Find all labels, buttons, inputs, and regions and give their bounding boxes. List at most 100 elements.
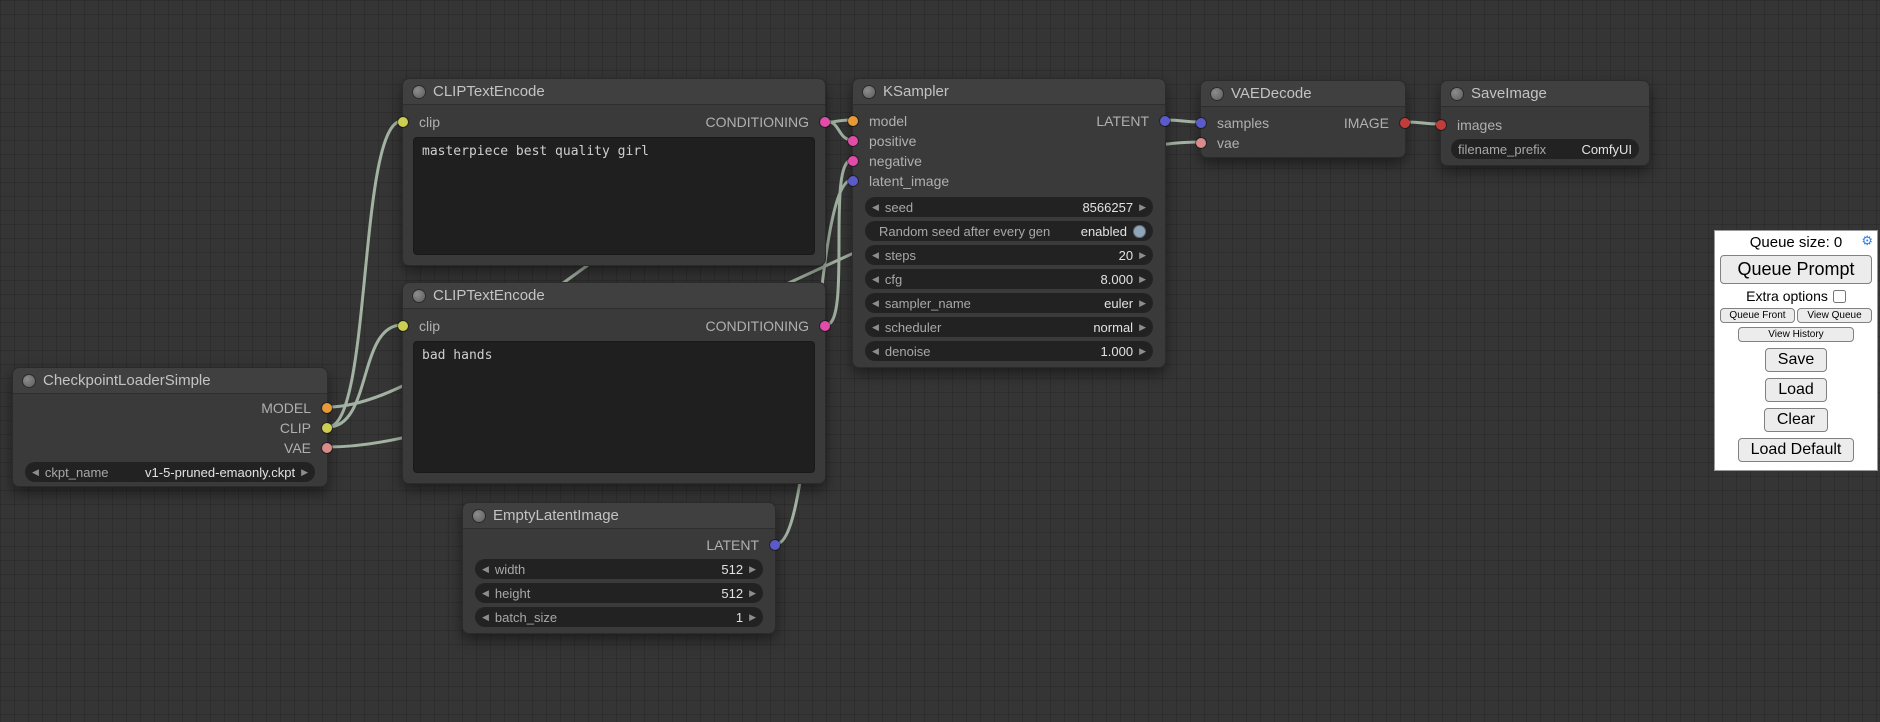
node-title-bar[interactable]: CheckpointLoaderSimple [13,368,327,394]
wire-clip-to-positive-encode [328,121,402,427]
widget-value: 8.000 [1101,272,1134,287]
output-dot-conditioning[interactable] [820,117,830,127]
clear-button[interactable]: Clear [1764,408,1828,432]
queue-prompt-button[interactable]: Queue Prompt [1720,255,1872,284]
node-empty-latent-image[interactable]: EmptyLatentImage LATENT ◀ width 512 ▶ ◀ … [462,502,776,634]
arrow-left-icon[interactable]: ◀ [872,269,879,289]
negative-prompt-textarea[interactable]: bad hands [413,341,815,473]
settings-gear-icon[interactable]: ⚙ [1861,233,1873,249]
collapse-icon[interactable] [473,510,485,522]
widget-height[interactable]: ◀ height 512 ▶ [475,583,763,603]
node-ksampler[interactable]: KSampler model LATENT positive [852,78,1166,368]
widget-random-seed-toggle[interactable]: Random seed after every gen enabled [865,221,1153,241]
arrow-left-icon[interactable]: ◀ [482,583,489,603]
widget-sampler-name[interactable]: ◀ sampler_name euler ▶ [865,293,1153,313]
arrow-left-icon[interactable]: ◀ [872,245,879,265]
input-dot-positive[interactable] [848,136,858,146]
collapse-icon[interactable] [1211,88,1223,100]
output-dot-latent[interactable] [1160,116,1170,126]
arrow-right-icon[interactable]: ▶ [749,559,756,579]
node-checkpoint-loader[interactable]: CheckpointLoaderSimple MODEL CLIP VAE [12,367,328,487]
collapse-icon[interactable] [23,375,35,387]
node-title-bar[interactable]: EmptyLatentImage [463,503,775,529]
node-title-bar[interactable]: SaveImage [1441,81,1649,107]
collapse-icon[interactable] [1451,88,1463,100]
output-dot-latent[interactable] [770,540,780,550]
node-title: SaveImage [1471,85,1547,102]
widget-label: filename_prefix [1458,142,1546,157]
load-button[interactable]: Load [1765,378,1827,402]
widget-width[interactable]: ◀ width 512 ▶ [475,559,763,579]
input-label-negative: negative [869,153,922,169]
load-default-button[interactable]: Load Default [1738,438,1855,462]
node-clip-text-encode-positive[interactable]: CLIPTextEncode clip CONDITIONING masterp… [402,78,826,266]
view-history-button[interactable]: View History [1738,327,1854,342]
wire-image-to-saveimage [1406,122,1440,124]
input-label-clip: clip [419,114,440,130]
node-title-bar[interactable]: KSampler [853,79,1165,105]
input-dot-negative[interactable] [848,156,858,166]
widget-label: height [495,586,530,601]
node-vae-decode[interactable]: VAEDecode samples IMAGE vae [1200,80,1406,158]
arrow-right-icon[interactable]: ▶ [749,583,756,603]
queue-front-button[interactable]: Queue Front [1720,308,1795,323]
input-dot-images[interactable] [1436,120,1446,130]
node-title-bar[interactable]: VAEDecode [1201,81,1405,107]
widget-cfg[interactable]: ◀ cfg 8.000 ▶ [865,269,1153,289]
output-dot-image[interactable] [1400,118,1410,128]
widget-batch-size[interactable]: ◀ batch_size 1 ▶ [475,607,763,627]
node-graph-canvas[interactable]: CheckpointLoaderSimple MODEL CLIP VAE [0,0,1880,722]
arrow-left-icon[interactable]: ◀ [872,197,879,217]
positive-prompt-textarea[interactable]: masterpiece best quality girl [413,137,815,255]
arrow-right-icon[interactable]: ▶ [1139,293,1146,313]
output-dot-vae[interactable] [322,443,332,453]
arrow-left-icon[interactable]: ◀ [872,293,879,313]
output-dot-clip[interactable] [322,423,332,433]
arrow-right-icon[interactable]: ▶ [749,607,756,627]
widget-seed[interactable]: ◀ seed 8566257 ▶ [865,197,1153,217]
node-title-bar[interactable]: CLIPTextEncode [403,283,825,309]
arrow-left-icon[interactable]: ◀ [482,559,489,579]
node-title: CLIPTextEncode [433,287,545,304]
output-label-model: MODEL [261,400,311,416]
arrow-left-icon[interactable]: ◀ [872,317,879,337]
arrow-left-icon[interactable]: ◀ [32,462,39,482]
arrow-left-icon[interactable]: ◀ [482,607,489,627]
arrow-right-icon[interactable]: ▶ [1139,245,1146,265]
input-dot-samples[interactable] [1196,118,1206,128]
node-save-image[interactable]: SaveImage images filename_prefix ComfyUI [1440,80,1650,166]
widget-steps[interactable]: ◀ steps 20 ▶ [865,245,1153,265]
input-dot-clip[interactable] [398,321,408,331]
widget-ckpt-name[interactable]: ◀ ckpt_name v1-5-pruned-emaonly.ckpt ▶ [25,462,315,482]
output-dot-conditioning[interactable] [820,321,830,331]
view-queue-button[interactable]: View Queue [1797,308,1872,323]
extra-options-checkbox[interactable] [1833,290,1846,303]
node-clip-text-encode-negative[interactable]: CLIPTextEncode clip CONDITIONING bad han… [402,282,826,484]
arrow-left-icon[interactable]: ◀ [872,341,879,361]
output-label-vae: VAE [284,440,311,456]
save-button[interactable]: Save [1765,348,1827,372]
widget-label: width [495,562,525,577]
arrow-right-icon[interactable]: ▶ [1139,197,1146,217]
input-dot-clip[interactable] [398,117,408,127]
arrow-right-icon[interactable]: ▶ [301,462,308,482]
output-dot-model[interactable] [322,403,332,413]
widget-denoise[interactable]: ◀ denoise 1.000 ▶ [865,341,1153,361]
input-dot-vae[interactable] [1196,138,1206,148]
collapse-icon[interactable] [413,86,425,98]
slot-row: samples IMAGE [1201,113,1405,133]
slot-row: negative [853,151,1165,171]
collapse-icon[interactable] [413,290,425,302]
slot-row: images [1441,115,1649,135]
widget-scheduler[interactable]: ◀ scheduler normal ▶ [865,317,1153,337]
widget-filename-prefix[interactable]: filename_prefix ComfyUI [1451,139,1639,159]
input-dot-latent-image[interactable] [848,176,858,186]
arrow-right-icon[interactable]: ▶ [1139,317,1146,337]
arrow-right-icon[interactable]: ▶ [1139,341,1146,361]
node-title-bar[interactable]: CLIPTextEncode [403,79,825,105]
collapse-icon[interactable] [863,86,875,98]
input-dot-model[interactable] [848,116,858,126]
output-label-latent: LATENT [1096,113,1149,129]
arrow-right-icon[interactable]: ▶ [1139,269,1146,289]
toggle-knob-icon[interactable] [1133,225,1146,238]
